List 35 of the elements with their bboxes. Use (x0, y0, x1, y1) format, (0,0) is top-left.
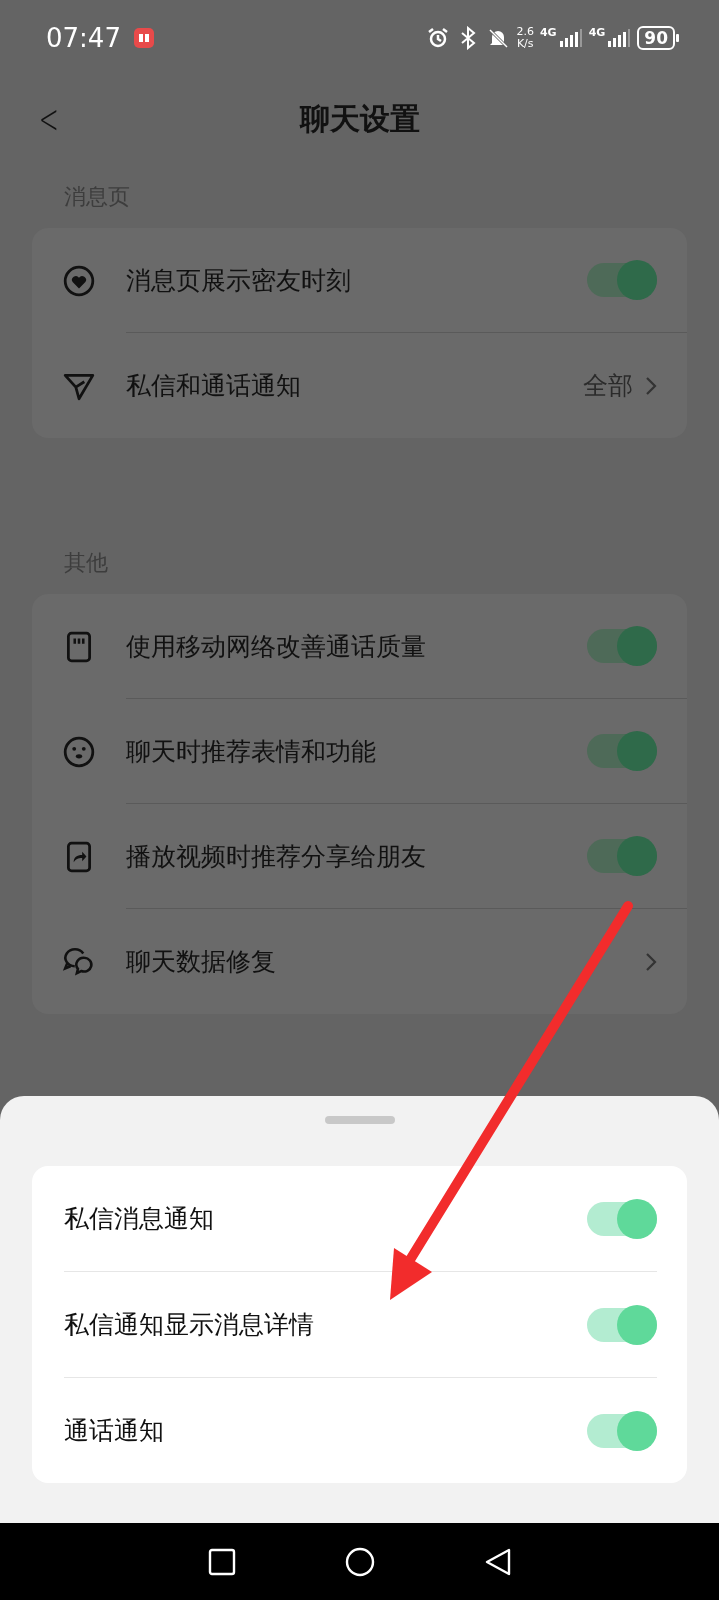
toggle-switch[interactable] (587, 1413, 657, 1448)
chevron-right-icon[interactable] (645, 375, 657, 396)
signal-icon (607, 28, 632, 48)
sheet-handle[interactable] (324, 1116, 395, 1124)
back-button[interactable]: < (38, 96, 59, 142)
page-title: 聊天设置 (299, 99, 420, 138)
network-speed-value: 2.6 (516, 26, 534, 38)
chevron-right-icon[interactable] (645, 951, 657, 972)
bell-off-icon (486, 26, 511, 50)
battery-level: 90 (637, 26, 675, 50)
setting-label: 消息页展示密友时刻 (126, 264, 352, 297)
network-speed-unit: K/s (516, 38, 534, 50)
setting-value: 全部 (583, 370, 633, 402)
setting-label: 私信消息通知 (64, 1203, 215, 1235)
setting-label: 聊天数据修复 (126, 946, 277, 978)
home-button[interactable] (344, 1546, 375, 1577)
notification-app-icon (132, 27, 155, 49)
network-type: 4G (539, 26, 557, 39)
setting-label: 聊天时推荐表情和功能 (126, 735, 377, 768)
smiley-icon (62, 734, 96, 769)
toggle-switch[interactable] (587, 1307, 657, 1342)
recent-apps-button[interactable] (206, 1546, 237, 1577)
signal-icon (558, 28, 583, 48)
toggle-switch[interactable] (587, 734, 657, 768)
toggle-switch[interactable] (587, 1201, 657, 1236)
network-type: 4G (588, 26, 606, 39)
toggle-switch[interactable] (587, 263, 657, 297)
setting-label: 通话通知 (64, 1415, 165, 1447)
toggle-switch[interactable] (587, 629, 657, 663)
setting-label: 私信和通话通知 (126, 370, 302, 402)
setting-label: 使用移动网络改善通话质量 (126, 630, 427, 663)
setting-label: 播放视频时推荐分享给朋友 (126, 840, 427, 873)
status-time: 07:47 (46, 23, 121, 53)
setting-label: 私信通知显示消息详情 (64, 1309, 315, 1341)
toggle-switch[interactable] (587, 839, 657, 873)
